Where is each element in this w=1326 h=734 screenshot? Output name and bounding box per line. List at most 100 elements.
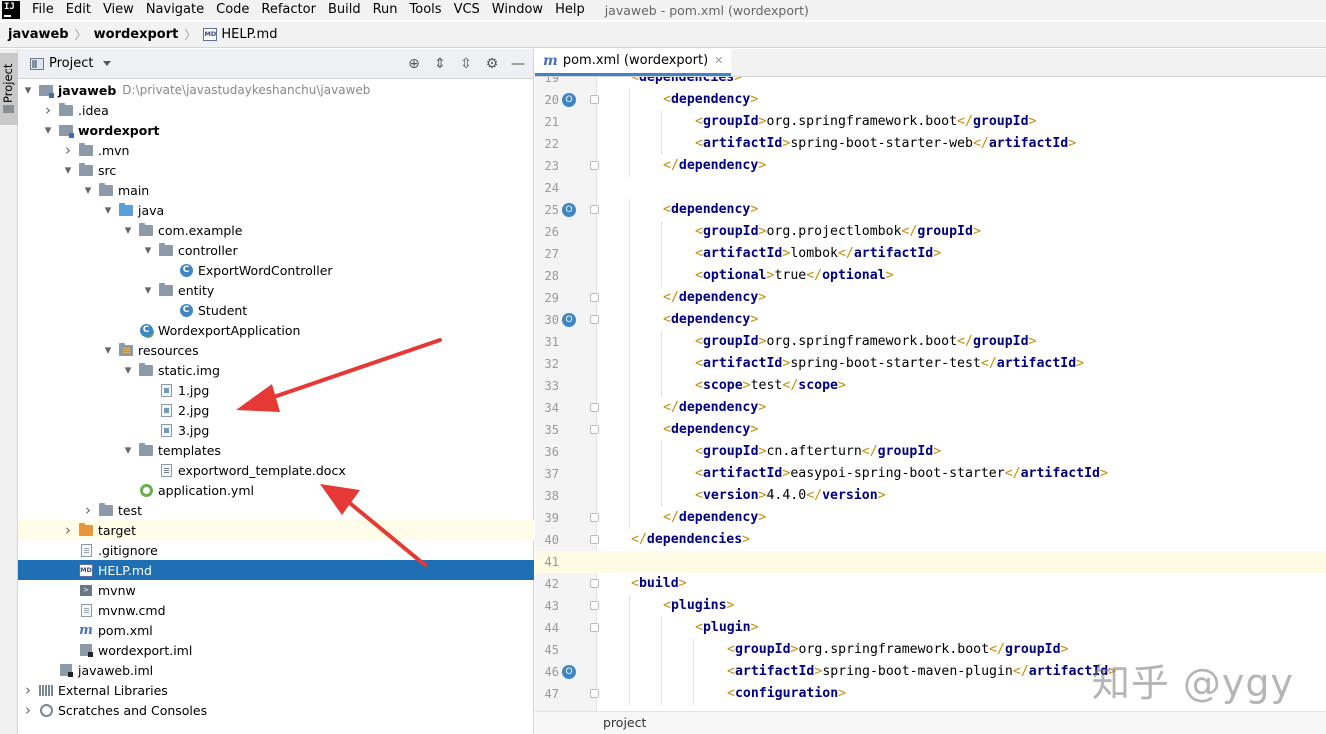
chevron-down-icon[interactable]: ▾ xyxy=(122,220,134,240)
dependency-gutter-icon[interactable]: O xyxy=(562,313,576,327)
collapse-all-icon[interactable]: ⇳ xyxy=(459,56,473,72)
dependency-gutter-icon[interactable]: O xyxy=(562,665,576,679)
expand-all-icon[interactable]: ⇕ xyxy=(433,56,447,72)
fold-marker-icon[interactable] xyxy=(590,689,599,698)
dependency-gutter-icon[interactable]: O xyxy=(562,93,576,107)
structure-folder-icon[interactable] xyxy=(3,105,14,113)
chevron-down-icon[interactable]: ▾ xyxy=(102,340,114,360)
tree-item[interactable]: › .mvn xyxy=(18,140,534,160)
tree-item-label: Student xyxy=(198,302,248,318)
minimize-icon[interactable]: — xyxy=(511,56,525,72)
tab-pom-xml[interactable]: m pom.xml (wordexport) ✕ xyxy=(535,48,732,76)
chevron-down-icon[interactable]: ▾ xyxy=(42,120,54,140)
tree-item[interactable]: ▾ wordexport xyxy=(18,120,534,140)
tree-item[interactable]: m pom.xml xyxy=(18,620,534,640)
chevron-down-icon[interactable]: ▾ xyxy=(102,200,114,220)
chevron-down-icon[interactable]: ▾ xyxy=(122,440,134,460)
menu-item-help[interactable]: Help xyxy=(549,0,591,20)
chevron-down-icon[interactable] xyxy=(103,61,112,66)
menu-item-window[interactable]: Window xyxy=(486,0,549,20)
fold-marker-icon[interactable] xyxy=(590,293,599,302)
fold-marker-icon[interactable] xyxy=(590,205,599,214)
menu-item-run[interactable]: Run xyxy=(367,0,404,20)
menu-item-build[interactable]: Build xyxy=(322,0,367,20)
tree-item[interactable]: ▾ resources xyxy=(18,340,534,360)
locate-icon[interactable]: ⊕ xyxy=(407,56,421,72)
tree-item[interactable]: wordexport.iml xyxy=(18,640,534,660)
tree-item[interactable]: C ExportWordController xyxy=(18,260,534,280)
menu-item-code[interactable]: Code xyxy=(210,0,255,20)
fold-marker-icon[interactable] xyxy=(590,623,599,632)
chevron-right-icon[interactable]: › xyxy=(22,700,34,720)
tree-item[interactable]: › .idea xyxy=(18,100,534,120)
menu-item-view[interactable]: View xyxy=(97,0,140,20)
fold-marker-icon[interactable] xyxy=(590,579,599,588)
tree-item[interactable]: C WordexportApplication xyxy=(18,320,534,340)
tree-item[interactable]: ▾ templates xyxy=(18,440,534,460)
tree-item[interactable]: C Student xyxy=(18,300,534,320)
gear-icon[interactable]: ⚙ xyxy=(485,56,499,72)
fold-marker-icon[interactable] xyxy=(590,315,599,324)
tree-item[interactable]: application.yml xyxy=(18,480,534,500)
tree-item[interactable]: ▾ com.example xyxy=(18,220,534,240)
menu-item-navigate[interactable]: Navigate xyxy=(140,0,210,20)
fold-marker-icon[interactable] xyxy=(590,513,599,522)
fold-marker-icon[interactable] xyxy=(590,403,599,412)
tree-item[interactable]: › External Libraries xyxy=(18,680,534,700)
chevron-down-icon[interactable]: ▾ xyxy=(82,180,94,200)
chevron-down-icon[interactable]: ▾ xyxy=(62,160,74,180)
chevron-right-icon[interactable]: › xyxy=(22,680,34,700)
tree-item[interactable]: > mvnw xyxy=(18,580,534,600)
chevron-down-icon[interactable]: ▾ xyxy=(22,80,34,100)
breadcrumb-item-javaweb[interactable]: javaweb xyxy=(8,27,69,42)
fold-marker-icon[interactable] xyxy=(590,535,599,544)
tree-item[interactable]: 2.jpg xyxy=(18,400,534,420)
tree-item[interactable]: mvnw.cmd xyxy=(18,600,534,620)
breadcrumb-item-wordexport[interactable]: wordexport xyxy=(94,27,179,42)
tree-item[interactable]: › target xyxy=(18,520,534,540)
tree-item[interactable]: exportword_template.docx xyxy=(18,460,534,480)
tree-item[interactable]: ▾ entity xyxy=(18,280,534,300)
editor-breadcrumb-text[interactable]: project xyxy=(603,715,646,730)
xml-tag: groupId xyxy=(877,444,934,459)
chevron-right-icon[interactable]: › xyxy=(42,100,54,120)
tree-item[interactable]: 3.jpg xyxy=(18,420,534,440)
tree-item[interactable]: › Scratches and Consoles xyxy=(18,700,534,720)
project-tool-window-button[interactable]: Project xyxy=(0,53,18,125)
breadcrumb-item-help-md[interactable]: HELP.md xyxy=(221,27,277,42)
dependency-gutter-icon[interactable]: O xyxy=(562,203,576,217)
tree-item[interactable]: ▾ src xyxy=(18,160,534,180)
tree-item[interactable]: › test xyxy=(18,500,534,520)
chevron-down-icon[interactable]: ▾ xyxy=(122,360,134,380)
close-icon[interactable]: ✕ xyxy=(714,54,723,67)
tree-item[interactable]: ▾ main xyxy=(18,180,534,200)
menu-item-file[interactable]: File xyxy=(26,0,60,20)
menu-item-tools[interactable]: Tools xyxy=(404,0,448,20)
code-editor[interactable]: 19 <dependencies> 20 O <dependency> 21 <groupI… xyxy=(535,77,1326,711)
fold-marker-icon[interactable] xyxy=(590,161,599,170)
fold-marker-icon[interactable] xyxy=(590,95,599,104)
menu-item-vcs[interactable]: VCS xyxy=(448,0,486,20)
tree-item[interactable]: 1.jpg xyxy=(18,380,534,400)
tree-item[interactable]: ▾ controller xyxy=(18,240,534,260)
menu-item-refactor[interactable]: Refactor xyxy=(255,0,322,20)
tree-item[interactable]: ▾ javaweb D:\private\javastudaykeshanchu\j… xyxy=(18,80,534,100)
tree-item-label: wordexport xyxy=(78,122,160,138)
chevron-right-icon[interactable]: › xyxy=(82,500,94,520)
fold-marker-icon[interactable] xyxy=(590,425,599,434)
project-view-selector[interactable]: Project xyxy=(49,56,93,71)
folder-icon xyxy=(98,502,114,517)
chevron-down-icon[interactable]: ▾ xyxy=(142,240,154,260)
tree-item[interactable]: ▾ static.img xyxy=(18,360,534,380)
tree-item[interactable]: .gitignore xyxy=(18,540,534,560)
fold-marker-icon[interactable] xyxy=(590,601,599,610)
menu-item-edit[interactable]: Edit xyxy=(60,0,97,20)
chevron-right-icon[interactable]: › xyxy=(62,520,74,540)
tree-item[interactable]: ▾ java xyxy=(18,200,534,220)
chevron-down-icon[interactable]: ▾ xyxy=(142,280,154,300)
chevron-right-icon[interactable]: › xyxy=(62,140,74,160)
tree-item-label: exportword_template.docx xyxy=(178,462,346,478)
tree-item[interactable]: MD HELP.md xyxy=(18,560,534,580)
tree-item[interactable]: javaweb.iml xyxy=(18,660,534,680)
